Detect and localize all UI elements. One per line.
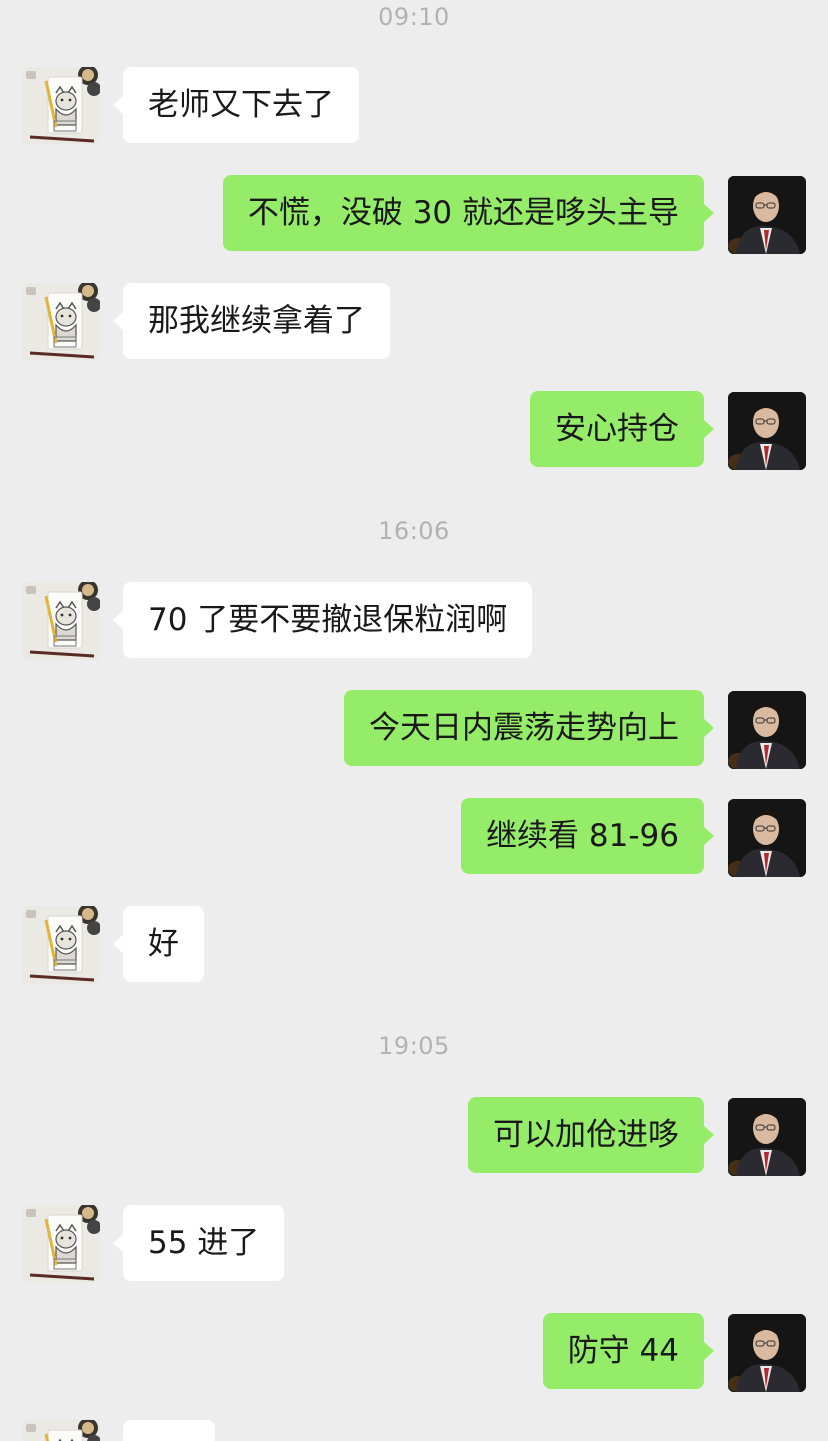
message-row: 55 进了 (0, 1205, 828, 1283)
chat-view: 09:10 老师又下去了 不慌，没破 30 就还是哆头主导 那我继续拿着了 安心… (0, 0, 828, 1441)
message-bubble[interactable]: 老师又下去了 (113, 67, 359, 143)
message-bubble[interactable]: 继续看 81-96 (461, 798, 714, 874)
cat-avatar-icon[interactable] (22, 283, 100, 361)
message-bubble[interactable]: 55 进了 (112, 1205, 285, 1281)
cat-avatar-icon[interactable] (22, 906, 100, 984)
man-avatar-icon[interactable] (728, 691, 806, 769)
message-row: 70 了要不要撤退保粒润啊 (0, 582, 828, 660)
message-row: 那我继续拿着了 (0, 283, 828, 361)
man-avatar-icon[interactable] (728, 1098, 806, 1176)
timestamp: 09:10 (378, 3, 450, 31)
message-bubble[interactable]: 防守 44 (542, 1313, 715, 1389)
message-row: 安心持仓 (0, 391, 828, 469)
cat-avatar-icon[interactable] (22, 1205, 100, 1283)
man-avatar-icon[interactable] (728, 392, 806, 470)
man-avatar-icon[interactable] (728, 1314, 806, 1392)
man-avatar-icon[interactable] (728, 176, 806, 254)
message-row: 老师又下去了 (0, 67, 828, 145)
message-bubble[interactable]: 今天日内震荡走势向上 (344, 690, 714, 766)
message-row-partial (0, 1420, 828, 1441)
message-bubble[interactable]: 可以加伧进哆 (468, 1097, 714, 1173)
man-avatar-icon[interactable] (728, 799, 806, 877)
message-bubble[interactable]: 好 (113, 906, 204, 982)
message-bubble[interactable]: 不慌，没破 30 就还是哆头主导 (222, 175, 715, 251)
message-row: 好 (0, 906, 828, 984)
timestamp: 19:05 (378, 1032, 450, 1060)
message-row: 可以加伧进哆 (0, 1097, 828, 1175)
message-bubble[interactable] (123, 1420, 215, 1441)
message-row: 继续看 81-96 (0, 798, 828, 876)
message-row: 不慌，没破 30 就还是哆头主导 (0, 175, 828, 253)
timestamp: 16:06 (378, 517, 450, 545)
cat-avatar-icon[interactable] (22, 1420, 100, 1441)
message-bubble[interactable]: 安心持仓 (530, 391, 714, 467)
message-bubble[interactable]: 那我继续拿着了 (113, 283, 390, 359)
cat-avatar-icon[interactable] (22, 582, 100, 660)
message-bubble[interactable]: 70 了要不要撤退保粒润啊 (112, 582, 533, 658)
cat-avatar-icon[interactable] (22, 67, 100, 145)
message-row: 防守 44 (0, 1313, 828, 1391)
message-row: 今天日内震荡走势向上 (0, 690, 828, 768)
